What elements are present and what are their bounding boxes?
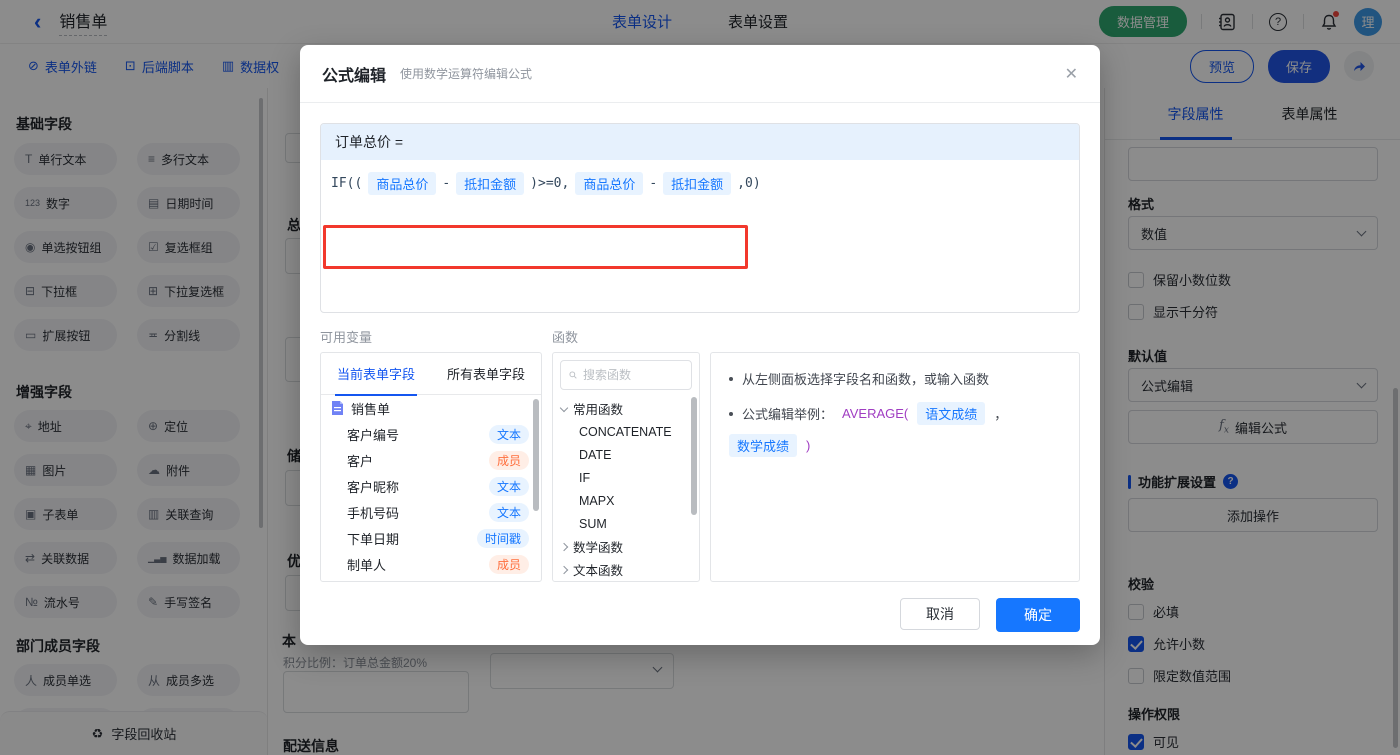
- bullet-icon: [729, 376, 733, 381]
- functions-scrollbar[interactable]: [691, 397, 697, 515]
- type-tag: 时间戳: [476, 528, 529, 548]
- field-chip[interactable]: 商品总价: [575, 172, 644, 195]
- function-item[interactable]: IF: [553, 466, 699, 489]
- formula-text: )>=0,: [530, 176, 570, 191]
- group-text-functions[interactable]: 文本函数: [553, 558, 699, 581]
- functions-panel: 常用函数 CONCATENATE DATE IF MAPX SUM 数学函数 文…: [552, 352, 700, 582]
- help-example-label: 公式编辑举例：: [742, 407, 834, 422]
- formula-text: IF((: [331, 176, 363, 191]
- variable-row-clipped: [321, 577, 541, 581]
- type-tag: 文本: [488, 476, 529, 496]
- help-line-1: 从左侧面板选择字段名和函数，或输入函数: [742, 372, 990, 387]
- formula-text: ,0): [737, 176, 761, 191]
- modal-title: 公式编辑: [322, 67, 387, 85]
- example-comma: ，: [994, 407, 1008, 422]
- variable-row[interactable]: 客户编号 文本: [321, 421, 541, 447]
- chevron-down-icon: [559, 403, 569, 412]
- tab-all-form-fields[interactable]: 所有表单字段: [431, 364, 541, 383]
- example-function-open: AVERAGE(: [842, 406, 909, 421]
- type-tag: 文本: [488, 502, 529, 522]
- variables-panel: 当前表单字段 所有表单字段 销售单 客户编号 文本 客户 成员 客户昵称 文本 …: [320, 352, 542, 582]
- variable-row[interactable]: 客户 成员: [321, 447, 541, 473]
- group-math-functions[interactable]: 数学函数: [553, 535, 699, 558]
- document-icon: [332, 400, 343, 415]
- formula-target: 订单总价 =: [321, 124, 1079, 160]
- close-icon[interactable]: ✕: [1065, 64, 1078, 84]
- variable-row[interactable]: 客户昵称 文本: [321, 473, 541, 499]
- tab-current-form-fields[interactable]: 当前表单字段: [321, 364, 431, 396]
- function-search[interactable]: [560, 360, 692, 390]
- group-common-functions[interactable]: 常用函数: [553, 397, 699, 420]
- function-item[interactable]: CONCATENATE: [553, 420, 699, 443]
- type-tag: 文本: [488, 424, 529, 444]
- type-tag: 成员: [488, 554, 529, 574]
- formula-editor-modal: 公式编辑 使用数学运算符编辑公式 ✕ 订单总价 = IF(( 商品总价 - 抵扣…: [300, 45, 1100, 645]
- function-item[interactable]: DATE: [553, 443, 699, 466]
- field-chip[interactable]: 商品总价: [368, 172, 437, 195]
- variable-row[interactable]: 手机号码 文本: [321, 499, 541, 525]
- functions-label: 函数: [552, 330, 579, 345]
- function-search-input[interactable]: [583, 368, 683, 382]
- variable-row[interactable]: 制单人 成员: [321, 551, 541, 577]
- example-function-close: ): [806, 438, 811, 453]
- function-item[interactable]: SUM: [553, 512, 699, 535]
- help-panel: 从左侧面板选择字段名和函数，或输入函数 公式编辑举例： AVERAGE( 语文成…: [710, 352, 1080, 582]
- cancel-button[interactable]: 取消: [900, 598, 980, 630]
- confirm-button[interactable]: 确定: [996, 598, 1080, 632]
- formula-text: -: [442, 176, 451, 191]
- form-node[interactable]: 销售单: [321, 395, 541, 421]
- formula-box: 订单总价 = IF(( 商品总价 - 抵扣金额 )>=0, 商品总价 - 抵扣金…: [320, 123, 1080, 313]
- bullet-icon: [729, 411, 733, 416]
- variables-scrollbar[interactable]: [533, 399, 539, 511]
- chevron-right-icon: [559, 565, 569, 574]
- function-item[interactable]: MAPX: [553, 489, 699, 512]
- search-icon: [569, 371, 577, 379]
- formula-text: -: [649, 176, 658, 191]
- variable-row[interactable]: 下单日期 时间戳: [321, 525, 541, 551]
- variables-label: 可用变量: [320, 330, 373, 345]
- example-field-chip: 数学成绩: [729, 434, 798, 457]
- type-tag: 成员: [488, 450, 529, 470]
- modal-subtitle: 使用数学运算符编辑公式: [400, 67, 533, 81]
- formula-editor[interactable]: IF(( 商品总价 - 抵扣金额 )>=0, 商品总价 - 抵扣金额 ,0): [321, 160, 1079, 207]
- chevron-right-icon: [559, 542, 569, 551]
- field-chip[interactable]: 抵扣金额: [663, 172, 732, 195]
- example-field-chip: 语文成绩: [917, 402, 986, 425]
- field-chip[interactable]: 抵扣金额: [456, 172, 525, 195]
